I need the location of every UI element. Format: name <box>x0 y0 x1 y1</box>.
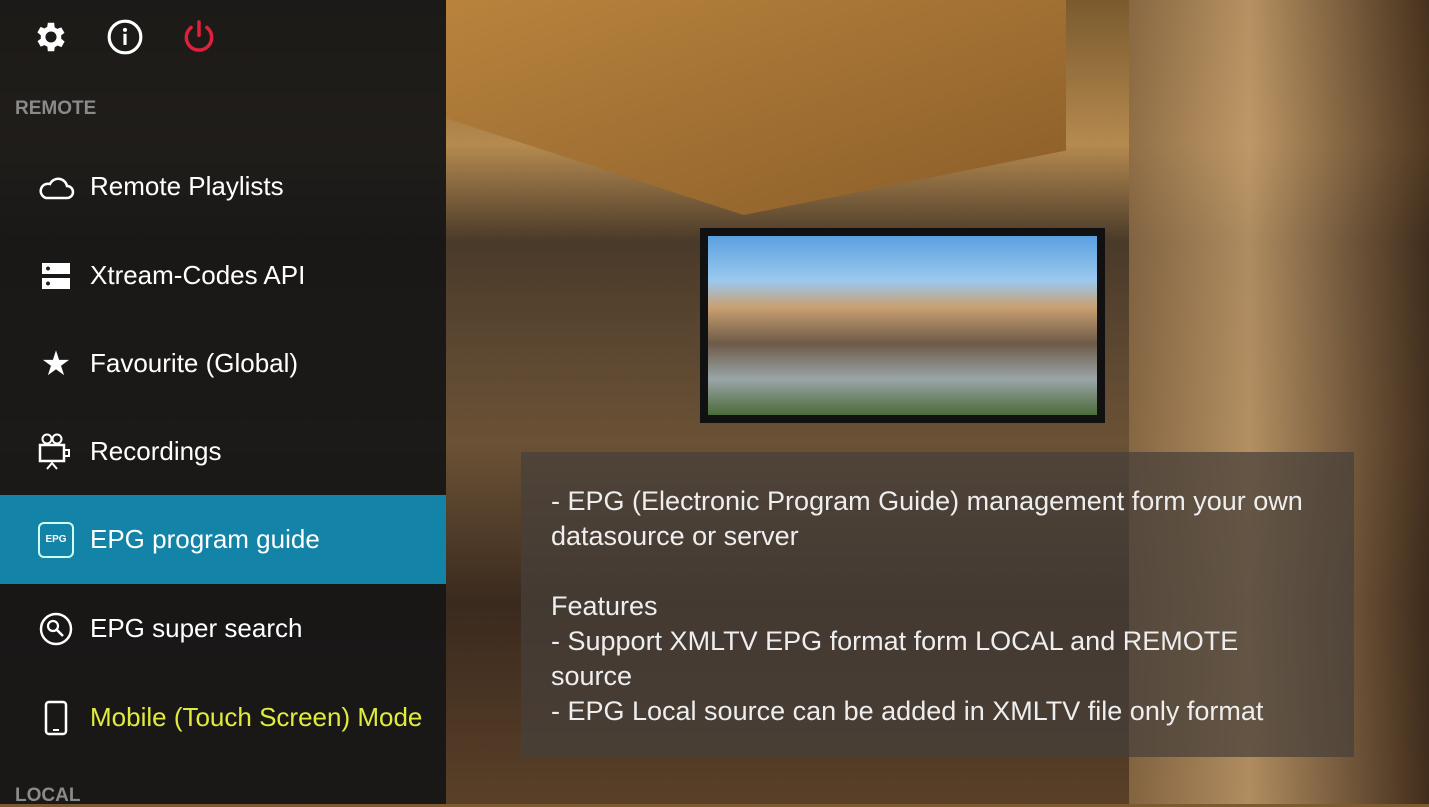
server-icon <box>36 256 76 296</box>
sidebar-item-favourite[interactable]: ★ Favourite (Global) <box>0 319 446 408</box>
cloud-icon <box>36 167 76 207</box>
star-icon: ★ <box>40 344 72 383</box>
sidebar-item-epg-program-guide[interactable]: EPG EPG program guide <box>0 495 446 584</box>
sidebar-item-remote-playlists[interactable]: Remote Playlists <box>0 142 446 231</box>
sidebar-item-mobile-mode[interactable]: Mobile (Touch Screen) Mode <box>0 673 446 762</box>
sidebar-item-label: EPG program guide <box>90 524 320 554</box>
section-header-remote: REMOTE <box>15 98 97 119</box>
search-icon <box>36 609 76 649</box>
epg-icon: EPG <box>36 520 76 560</box>
phone-icon <box>36 698 76 738</box>
info-icon[interactable] <box>106 18 144 56</box>
epg-badge: EPG <box>38 521 74 558</box>
mountain-image <box>708 236 1097 415</box>
sidebar-item-label: Recordings <box>90 436 222 466</box>
sidebar-item-label: Remote Playlists <box>90 171 284 201</box>
sidebar: REMOTE Remote Playlists Xtream-Codes API… <box>0 0 446 806</box>
feature-description: - EPG (Electronic Program Guide) managem… <box>521 452 1354 757</box>
sidebar-item-label: Favourite (Global) <box>90 348 299 378</box>
sidebar-item-epg-super-search[interactable]: EPG super search <box>0 584 446 673</box>
sidebar-item-recordings[interactable]: Recordings <box>0 407 446 496</box>
movie-camera-icon <box>36 432 76 472</box>
background-tv-screen <box>700 228 1105 423</box>
gear-icon[interactable] <box>32 18 70 56</box>
sidebar-item-xtream-codes[interactable]: Xtream-Codes API <box>0 231 446 320</box>
background-ceiling <box>446 0 1066 215</box>
sidebar-item-label: Mobile (Touch Screen) Mode <box>90 702 423 732</box>
power-icon[interactable] <box>180 18 218 56</box>
sidebar-item-label: Xtream-Codes API <box>90 260 306 290</box>
sidebar-item-label: EPG super search <box>90 613 303 643</box>
